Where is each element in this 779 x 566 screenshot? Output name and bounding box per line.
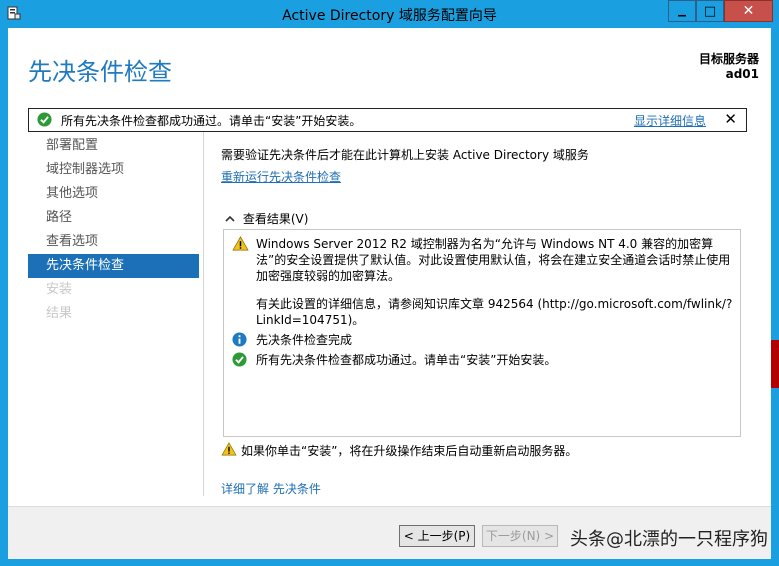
restart-note: 如果你单击“安装”，将在升级操作结束后自动重新启动服务器。	[221, 442, 577, 459]
result-info-text: 先决条件检查完成	[256, 333, 353, 347]
result-info: 先决条件检查完成	[232, 332, 736, 348]
minimize-button[interactable]: ▁	[668, 0, 696, 22]
close-button[interactable]: ✕	[724, 0, 773, 22]
nav-item-dc-options[interactable]: 域控制器选项	[28, 158, 199, 182]
nav-item-additional-options[interactable]: 其他选项	[28, 182, 199, 206]
nav-item-installation: 安装	[46, 282, 73, 297]
nav-divider	[203, 132, 204, 496]
close-icon: ✕	[742, 3, 755, 19]
target-server: 目标服务器 ad01	[699, 52, 759, 82]
minimize-icon: ▁	[678, 5, 686, 17]
result-warning-text: Windows Server 2012 R2 域控制器为名为“允许与 Windo…	[256, 237, 731, 283]
banner-close-icon[interactable]: ✕	[724, 110, 737, 128]
title-bar[interactable]: Active Directory 域服务配置向导 ▁ □ ✕	[0, 0, 779, 28]
result-kb-text: 有关此设置的详细信息，请参阅知识库文章 942564 (http://go.mi…	[256, 297, 733, 327]
status-banner: 所有先决条件检查都成功通过。请单击“安装”开始安装。 显示详细信息 ✕	[28, 108, 747, 132]
info-icon	[232, 332, 247, 347]
success-check-icon	[232, 352, 247, 367]
nav-item-paths[interactable]: 路径	[28, 206, 199, 230]
warning-icon	[232, 236, 249, 251]
target-server-label: 目标服务器	[698, 52, 759, 66]
page-title: 先决条件检查	[28, 58, 172, 86]
view-results-toggle[interactable]: 查看结果(V)	[225, 210, 308, 227]
maximize-button[interactable]: □	[696, 0, 724, 22]
target-server-name: ad01	[725, 67, 759, 81]
view-results-label: 查看结果(V)	[242, 212, 309, 226]
results-panel[interactable]: Windows Server 2012 R2 域控制器为名为“允许与 Windo…	[223, 229, 741, 437]
banner-text: 所有先决条件检查都成功通过。请单击“安装”开始安装。	[61, 114, 362, 128]
window-title: Active Directory 域服务配置向导	[282, 8, 497, 24]
wizard-nav: 部署配置 域控制器选项 其他选项 路径 查看选项 先决条件检查 安装 结果	[28, 134, 199, 326]
watermark-text: 头条@北漂的一只程序狗	[570, 529, 768, 550]
nav-item-deployment-config[interactable]: 部署配置	[28, 134, 199, 158]
chevron-up-icon	[225, 212, 239, 226]
next-button: 下一步(N) >	[482, 525, 558, 547]
wizard-client-area: 先决条件检查 目标服务器 ad01 所有先决条件检查都成功通过。请单击“安装”开…	[8, 28, 771, 559]
result-warning: Windows Server 2012 R2 域控制器为名为“允许与 Windo…	[232, 236, 736, 284]
rerun-prerequisites-link[interactable]: 重新运行先决条件检查	[221, 168, 341, 185]
learn-more-link[interactable]: 详细了解 先决条件	[221, 480, 321, 497]
restart-note-text: 如果你单击“安装”，将在升级操作结束后自动重新启动服务器。	[241, 444, 578, 458]
nav-item-review-options[interactable]: 查看选项	[28, 230, 199, 254]
result-kb-info: 有关此设置的详细信息，请参阅知识库文章 942564 (http://go.mi…	[232, 296, 736, 328]
success-check-icon	[37, 112, 52, 127]
show-details-link[interactable]: 显示详细信息	[634, 112, 706, 129]
intro-text: 需要验证先决条件后才能在此计算机上安装 Active Directory 域服务	[221, 148, 589, 162]
wizard-button-bar: < 上一步(P) 下一步(N) > 头条@北漂的一只程序狗	[8, 506, 771, 559]
background-window-edge	[771, 340, 779, 388]
warning-icon	[221, 442, 237, 456]
previous-button[interactable]: < 上一步(P)	[399, 525, 475, 547]
nav-item-prerequisites-check[interactable]: 先决条件检查	[28, 254, 199, 278]
result-success: 所有先决条件检查都成功通过。请单击“安装”开始安装。	[232, 352, 736, 368]
maximize-icon: □	[703, 3, 717, 19]
result-success-text: 所有先决条件检查都成功通过。请单击“安装”开始安装。	[256, 353, 557, 367]
nav-item-results: 结果	[46, 306, 73, 321]
